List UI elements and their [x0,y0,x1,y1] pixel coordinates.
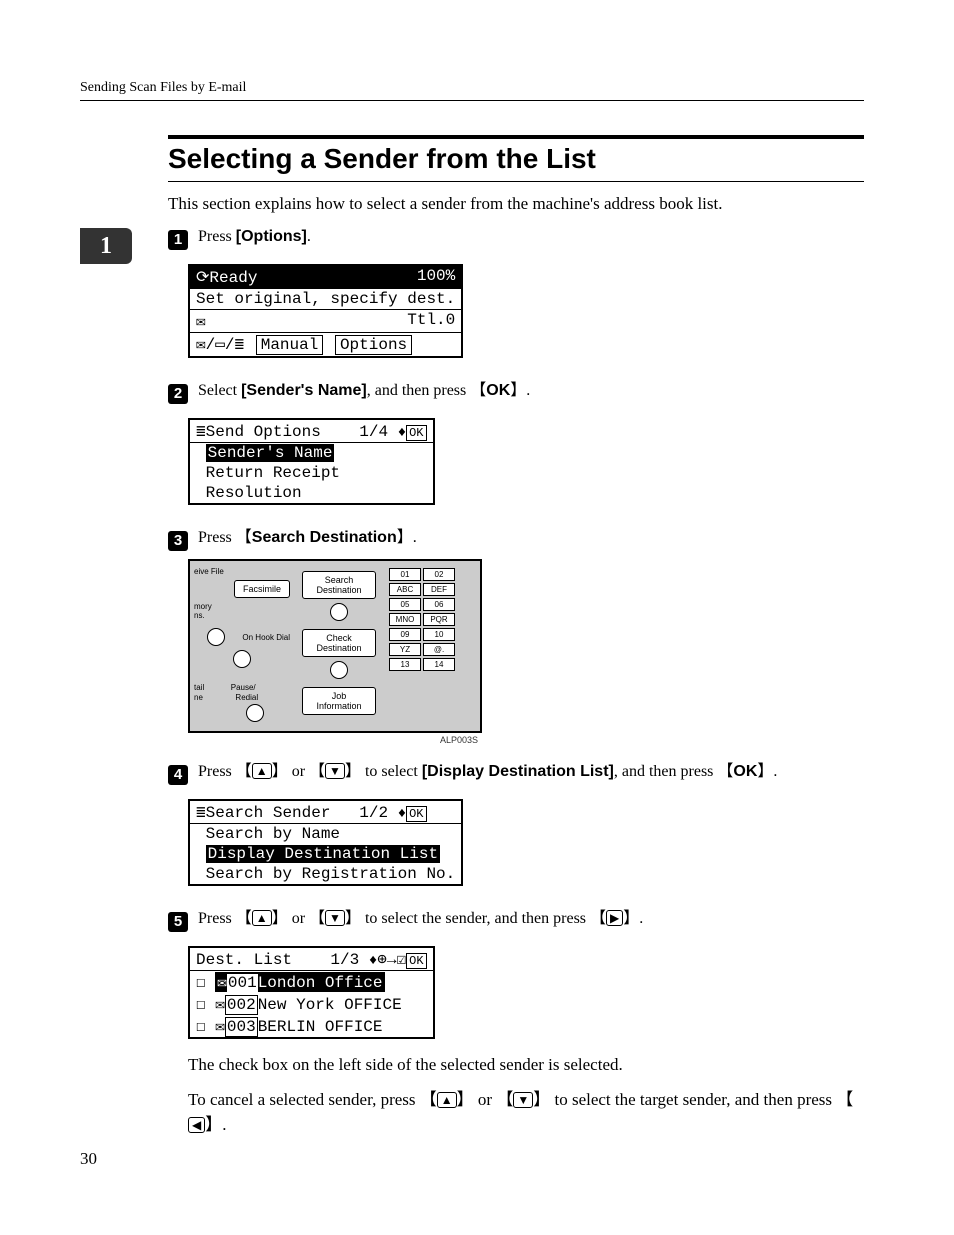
step-2: 2 Select [Sender's Name], and then press… [168,376,864,404]
numkey-10: 10 [423,628,455,641]
lcd-screen-2: ≣Send Options 1/4 ♦OK Sender's Name Retu… [188,418,435,505]
footer-note-2: To cancel a selected sender, press 【▲】 o… [188,1085,864,1135]
numkey-PQR: PQR [423,613,455,626]
figure-caption: ALP003S [188,735,478,745]
numkey-14: 14 [423,658,455,671]
lcd-screen-1: ⟳Ready100% Set original, specify dest. ✉… [188,264,463,358]
step-num-2: 2 [168,384,188,404]
step-num-4: 4 [168,765,188,785]
step-num-3: 3 [168,531,188,551]
numkey-DEF: DEF [423,583,455,596]
numkey-01: 01 [389,568,421,581]
numkey-YZ: YZ [389,643,421,656]
control-panel-figure: eive File Facsimile mory ns. On Hook Dia… [188,559,482,733]
numkey-ABC: ABC [389,583,421,596]
intro-text: This section explains how to select a se… [168,194,864,214]
lcd-screen-3: ≣Search Sender 1/2 ♦OK Search by Name Di… [188,799,463,886]
step-5: 5 Press 【▲】 or 【▼】 to select the sender,… [168,904,864,932]
chapter-tab: 1 [80,228,132,264]
step-1: 1 Press [Options]. [168,228,864,250]
step-4: 4 Press 【▲】 or 【▼】 to select [Display De… [168,757,864,785]
step-3: 3 Press Search Destination. [168,523,864,551]
page-number: 30 [80,1149,864,1169]
breadcrumb: Sending Scan Files by E-mail [80,80,864,101]
numkey-02: 02 [423,568,455,581]
numkey-@.: @. [423,643,455,656]
lcd-screen-4: Dest. List 1/3 ♦⊕→☑OK ☐ ✉001London Offic… [188,946,435,1039]
step-num-5: 5 [168,912,188,932]
numkey-MNO: MNO [389,613,421,626]
step-num-1: 1 [168,230,188,250]
footer-note-1: The check box on the left side of the se… [188,1055,864,1075]
numkey-06: 06 [423,598,455,611]
page-title: Selecting a Sender from the List [168,135,864,175]
numkey-05: 05 [389,598,421,611]
numkey-09: 09 [389,628,421,641]
numkey-13: 13 [389,658,421,671]
